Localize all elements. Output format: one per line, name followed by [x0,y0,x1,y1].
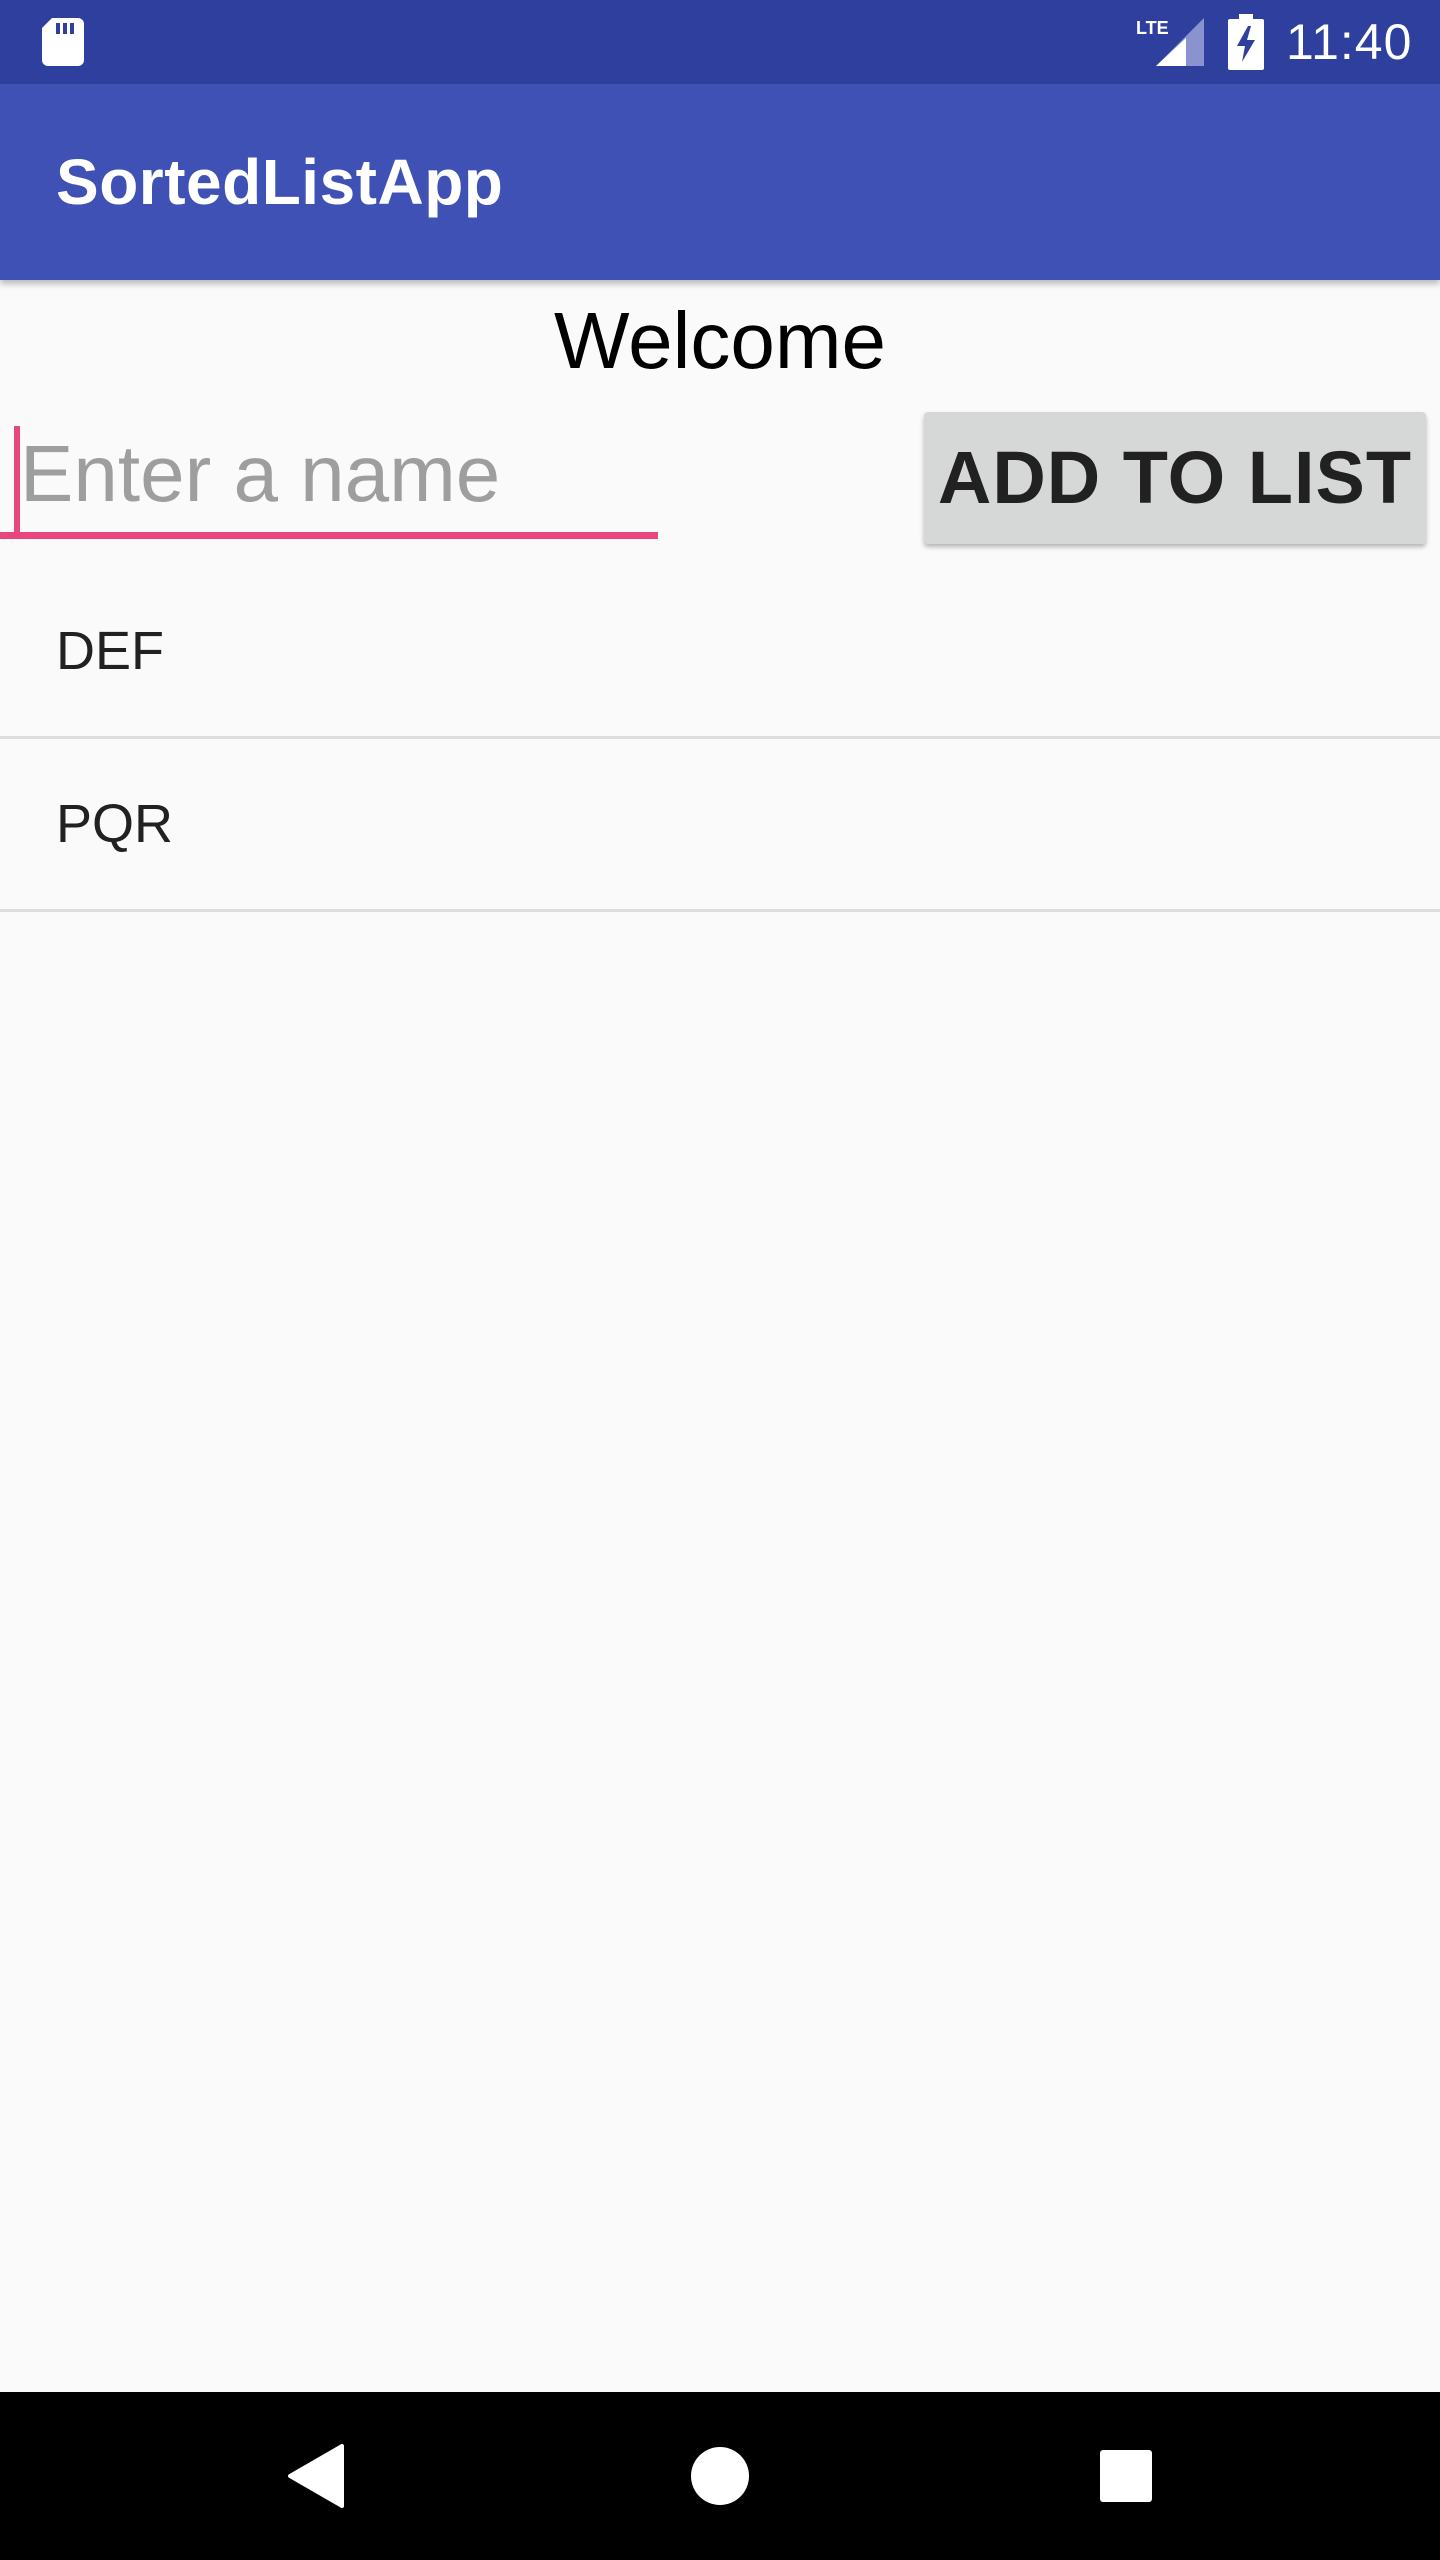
navigation-bar [0,2392,1440,2560]
lte-signal-icon: LTE [1136,18,1204,66]
sorted-name-list: DEF PQR [0,566,1440,912]
svg-text:LTE: LTE [1136,18,1169,38]
name-field[interactable] [14,410,672,546]
screen: LTE 11:40 SortedListApp Welcome ADD TO L… [0,0,1440,2560]
list-item[interactable]: DEF [0,566,1440,739]
list-item-label: DEF [56,621,164,681]
list-item[interactable]: PQR [0,739,1440,912]
back-icon[interactable] [266,2426,366,2526]
status-bar: LTE 11:40 [0,0,1440,84]
name-input[interactable] [14,410,672,538]
app-bar: SortedListApp [0,84,1440,280]
battery-charging-icon [1228,14,1264,70]
text-cursor [14,426,20,534]
name-input-underline [0,532,658,539]
status-clock: 11:40 [1286,14,1413,70]
app-title: SortedListApp [56,146,504,218]
home-icon[interactable] [670,2426,770,2526]
list-item-label: PQR [56,794,174,854]
sd-card-icon [42,18,84,66]
recents-icon[interactable] [1076,2426,1176,2526]
add-to-list-button[interactable]: ADD TO LIST [924,412,1426,544]
welcome-heading: Welcome [554,296,886,385]
